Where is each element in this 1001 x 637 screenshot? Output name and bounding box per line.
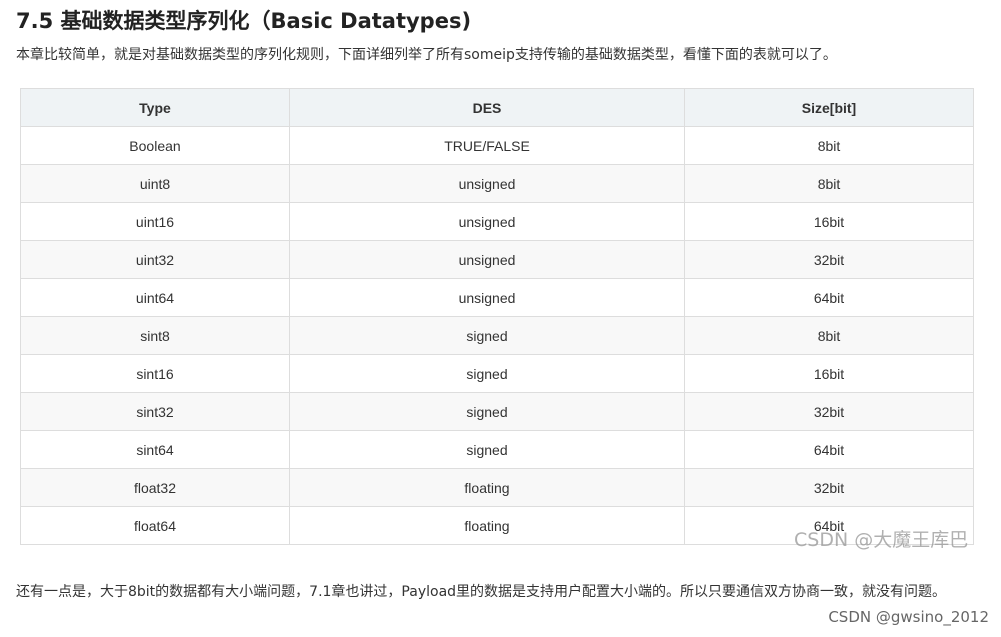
cell-type: float32 [20, 468, 290, 507]
cell-type: Boolean [20, 126, 290, 165]
cell-size: 8bit [684, 164, 974, 203]
cell-des: TRUE/FALSE [289, 126, 685, 165]
cell-size: 16bit [684, 354, 974, 393]
cell-size: 64bit [684, 430, 974, 469]
intro-paragraph: 本章比较简单，就是对基础数据类型的序列化规则，下面详细列举了所有someip支持… [16, 47, 837, 63]
cell-size: 8bit [684, 316, 974, 355]
cell-des: unsigned [289, 202, 685, 241]
cell-type: sint16 [20, 354, 290, 393]
header-type: Type [20, 88, 290, 127]
cell-des: signed [289, 430, 685, 469]
cell-type: uint32 [20, 240, 290, 279]
table-row: uint16 unsigned 16bit [20, 202, 974, 241]
cell-type: sint8 [20, 316, 290, 355]
cell-size: 64bit [684, 506, 974, 545]
table-row: Boolean TRUE/FALSE 8bit [20, 126, 974, 165]
cell-size: 8bit [684, 126, 974, 165]
table-row: uint8 unsigned 8bit [20, 164, 974, 203]
cell-des: signed [289, 392, 685, 431]
datatypes-table: Type DES Size[bit] Boolean TRUE/FALSE 8b… [20, 88, 974, 545]
footer-watermark: CSDN @gwsino_2012 [828, 608, 989, 626]
section-heading: 7.5 基础数据类型序列化（Basic Datatypes) [16, 9, 472, 33]
cell-type: sint32 [20, 392, 290, 431]
cell-des: signed [289, 316, 685, 355]
cell-des: signed [289, 354, 685, 393]
cell-type: uint64 [20, 278, 290, 317]
cell-size: 32bit [684, 392, 974, 431]
table-header-row: Type DES Size[bit] [20, 88, 974, 127]
cell-size: 32bit [684, 240, 974, 279]
cell-size: 32bit [684, 468, 974, 507]
table-row: uint64 unsigned 64bit [20, 278, 974, 317]
table-row: sint32 signed 32bit [20, 392, 974, 431]
cell-size: 16bit [684, 202, 974, 241]
cell-des: floating [289, 506, 685, 545]
table-row: float64 floating 64bit [20, 506, 974, 545]
cell-des: floating [289, 468, 685, 507]
cell-type: uint16 [20, 202, 290, 241]
cell-des: unsigned [289, 278, 685, 317]
endianness-note: 还有一点是，大于8bit的数据都有大小端问题，7.1章也讲过，Payload里的… [16, 584, 947, 600]
table-row: sint8 signed 8bit [20, 316, 974, 355]
cell-size: 64bit [684, 278, 974, 317]
table-row: sint16 signed 16bit [20, 354, 974, 393]
cell-type: uint8 [20, 164, 290, 203]
cell-type: float64 [20, 506, 290, 545]
cell-type: sint64 [20, 430, 290, 469]
cell-des: unsigned [289, 164, 685, 203]
header-size: Size[bit] [684, 88, 974, 127]
cell-des: unsigned [289, 240, 685, 279]
header-des: DES [289, 88, 685, 127]
table-row: sint64 signed 64bit [20, 430, 974, 469]
datatypes-table-container: Type DES Size[bit] Boolean TRUE/FALSE 8b… [20, 88, 974, 545]
table-row: float32 floating 32bit [20, 468, 974, 507]
table-row: uint32 unsigned 32bit [20, 240, 974, 279]
